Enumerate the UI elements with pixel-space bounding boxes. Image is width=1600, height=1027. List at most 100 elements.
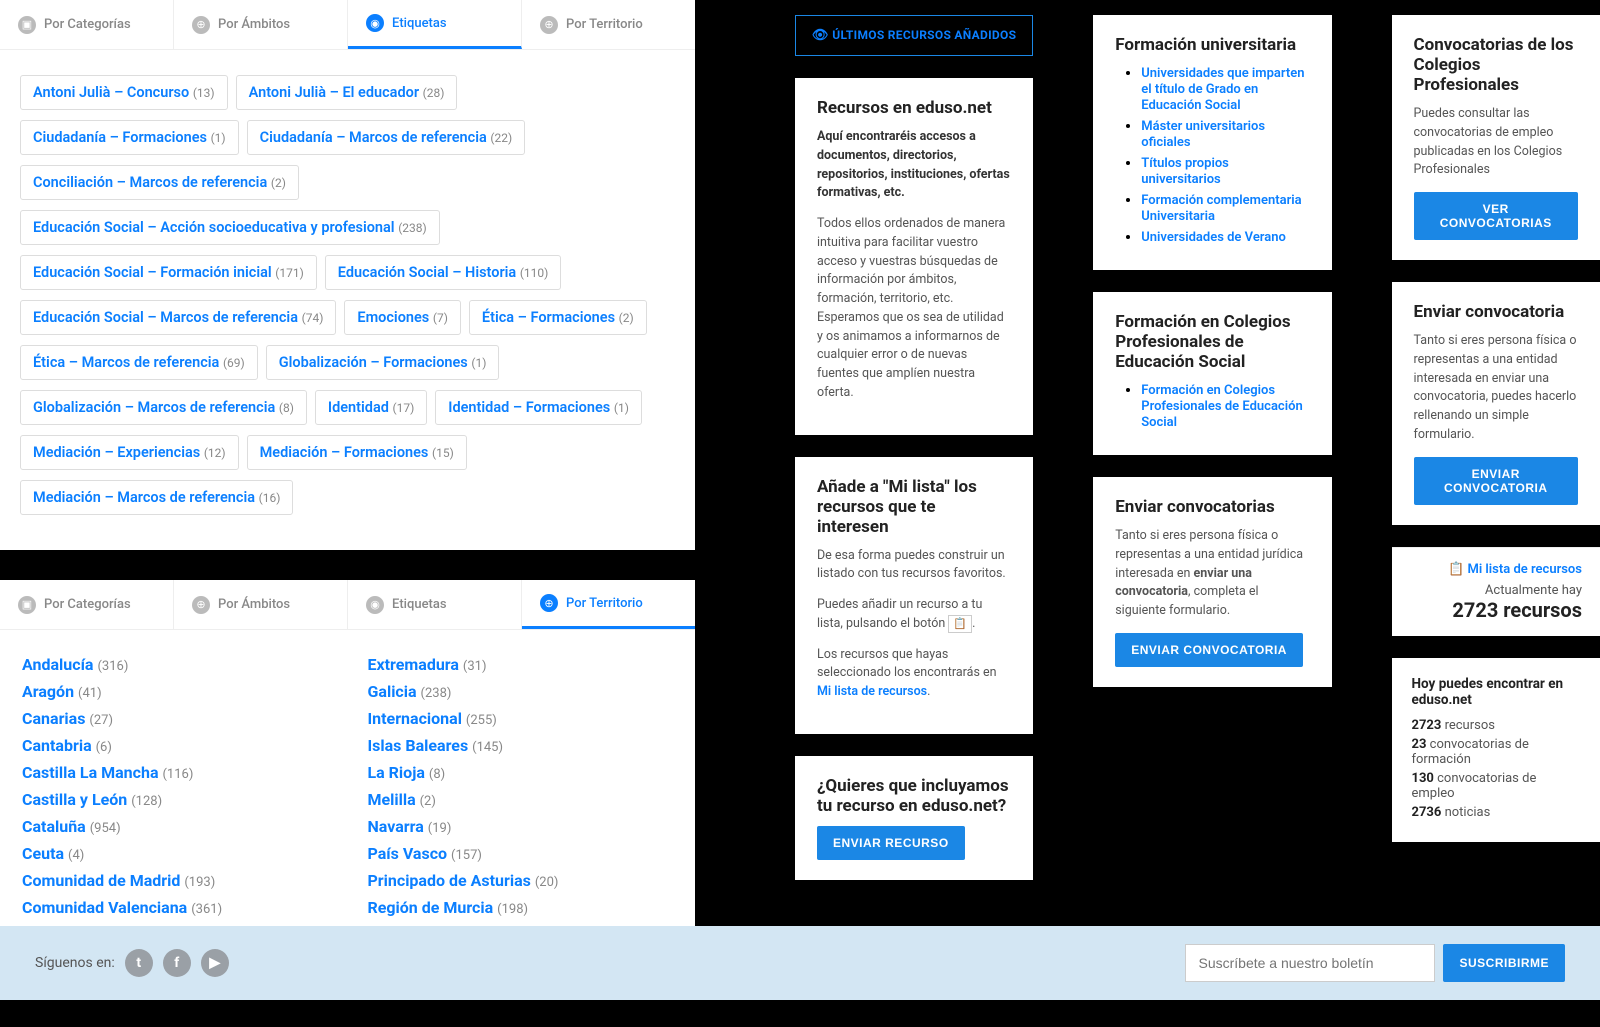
tag-item[interactable]: Antoni Julià – El educador (28) (236, 75, 458, 110)
card-text: Todos ellos ordenados de manera intuitiv… (817, 215, 1011, 403)
newsletter-input[interactable] (1185, 944, 1435, 982)
stats-box: Hoy puedes encontrar en eduso.net 2723 r… (1392, 658, 1600, 842)
territory-item[interactable]: Navarra (19) (367, 817, 672, 836)
territory-item[interactable]: Principado de Asturias (20) (367, 871, 672, 890)
tag-item[interactable]: Educación Social – Marcos de referencia … (20, 300, 336, 335)
territory-item[interactable]: Castilla y León (128) (22, 790, 327, 809)
tag-item[interactable]: Mediación – Marcos de referencia (16) (20, 480, 293, 515)
enviar-convocatoria-button[interactable]: ENVIAR CONVOCATORIA (1414, 457, 1578, 505)
territory-item[interactable]: Extremadura (31) (367, 655, 672, 674)
territory-item[interactable]: Aragón (41) (22, 682, 327, 701)
card-formacion-universitaria: Formación universitaria Universidades qu… (1093, 15, 1331, 270)
tag-icon: ◉ (366, 596, 384, 614)
tab-etiquetas[interactable]: ◉Etiquetas (348, 0, 522, 49)
folder-icon: ▣ (18, 596, 36, 614)
list-item: Universidades de Verano (1141, 229, 1309, 245)
tag-item[interactable]: Conciliación – Marcos de referencia (2) (20, 165, 299, 200)
mi-lista-link[interactable]: Mi lista de recursos (817, 684, 927, 699)
card-title: Convocatorias de los Colegios Profesiona… (1414, 35, 1578, 95)
tab-label: Etiquetas (392, 16, 447, 31)
tag-item[interactable]: Mediación – Formaciones (15) (247, 435, 467, 470)
tab-label: Por Categorías (44, 597, 131, 612)
follow-label: Síguenos en: (35, 955, 115, 971)
card-enviar-convocatoria: Enviar convocatoria Tanto si eres person… (1392, 282, 1600, 525)
card-title: Añade a "Mi lista" los recursos que te i… (817, 477, 1011, 537)
link[interactable]: Universidades que imparten el título de … (1141, 66, 1304, 113)
card-text: Tanto si eres persona física o represent… (1414, 332, 1578, 445)
territory-item[interactable]: Región de Murcia (198) (367, 898, 672, 917)
tag-item[interactable]: Antoni Julià – Concurso (13) (20, 75, 228, 110)
tab-por-ambitos[interactable]: ⊕Por Ámbitos (174, 0, 348, 49)
enviar-convocatoria-button[interactable]: ENVIAR CONVOCATORIA (1115, 633, 1303, 667)
tab-label: Por Categorías (44, 17, 131, 32)
tab-por-categorias[interactable]: ▣ Por Categorías (0, 0, 174, 49)
territory-item[interactable]: Castilla La Mancha (116) (22, 763, 327, 782)
tag-item[interactable]: Globalización – Formaciones (1) (266, 345, 500, 380)
territory-item[interactable]: Comunidad Valenciana (361) (22, 898, 327, 917)
tag-item[interactable]: Educación Social – Historia (110) (325, 255, 562, 290)
card-text: Tanto si eres persona física o represent… (1115, 527, 1309, 621)
link[interactable]: Formación complementaria Universitaria (1141, 193, 1301, 224)
tag-item[interactable]: Educación Social – Formación inicial (17… (20, 255, 317, 290)
link[interactable]: Títulos propios universitarios (1141, 156, 1229, 187)
tag-item[interactable]: Emociones (7) (344, 300, 461, 335)
tag-item[interactable]: Ciudadanía – Formaciones (1) (20, 120, 239, 155)
latest-resources-bar[interactable]: ÚLTIMOS RECURSOS AÑADIDOS (795, 15, 1033, 56)
territory-item[interactable]: Comunidad de Madrid (193) (22, 871, 327, 890)
twitter-icon[interactable]: t (125, 949, 153, 977)
card-convocatorias-colegios: Convocatorias de los Colegios Profesiona… (1392, 15, 1600, 260)
mi-lista-link[interactable]: 📋 Mi lista de recursos (1410, 562, 1582, 577)
card-text: Puedes consultar las convocatorias de em… (1414, 105, 1578, 180)
card-recursos: Recursos en eduso.net Aquí encontraréis … (795, 78, 1033, 435)
tag-item[interactable]: Ética – Marcos de referencia (69) (20, 345, 258, 380)
tags-panel: ▣Por Categorías ⊕Por Ámbitos ◉Etiquetas … (0, 0, 695, 550)
territory-item[interactable]: Melilla (2) (367, 790, 672, 809)
territory-item[interactable]: Canarias (27) (22, 709, 327, 728)
tag-item[interactable]: Mediación – Experiencias (12) (20, 435, 239, 470)
enviar-recurso-button[interactable]: ENVIAR RECURSO (817, 826, 965, 860)
tab-por-categorias[interactable]: ▣ Por Categorías (0, 580, 174, 629)
card-include-resource: ¿Quieres que incluyamos tu recurso en ed… (795, 756, 1033, 880)
facebook-icon[interactable]: f (163, 949, 191, 977)
tab-label: Etiquetas (392, 597, 447, 612)
territory-item[interactable]: País Vasco (157) (367, 844, 672, 863)
list-item: Formación complementaria Universitaria (1141, 192, 1309, 224)
territory-item[interactable]: Internacional (255) (367, 709, 672, 728)
tag-item[interactable]: Ética – Formaciones (2) (469, 300, 647, 335)
tag-item[interactable]: Globalización – Marcos de referencia (8) (20, 390, 307, 425)
tabnav-territory: ▣Por Categorías ⊕Por Ámbitos ◉Etiquetas … (0, 580, 695, 630)
territory-item[interactable]: Cataluña (954) (22, 817, 327, 836)
tag-item[interactable]: Ciudadanía – Marcos de referencia (22) (247, 120, 526, 155)
youtube-icon[interactable]: ▶ (201, 949, 229, 977)
link[interactable]: Universidades de Verano (1141, 230, 1286, 245)
tab-label: Por Territorio (566, 17, 643, 32)
add-icon: 📋 (948, 615, 972, 634)
globe-icon: ⊕ (540, 594, 558, 612)
globe-icon: ⊕ (540, 16, 558, 34)
tag-item[interactable]: Identidad (17) (315, 390, 427, 425)
territory-item[interactable]: Andalucía (316) (22, 655, 327, 674)
folder-icon: ▣ (18, 16, 36, 34)
list-item: Formación en Colegios Profesionales de E… (1141, 382, 1309, 430)
card-mi-lista: Añade a "Mi lista" los recursos que te i… (795, 457, 1033, 734)
territory-item[interactable]: Islas Baleares (145) (367, 736, 672, 755)
tab-por-ambitos[interactable]: ⊕Por Ámbitos (174, 580, 348, 629)
territory-item[interactable]: Ceuta (4) (22, 844, 327, 863)
subscribe-form: SUSCRIBIRME (1185, 944, 1565, 982)
card-title: Enviar convocatoria (1414, 302, 1578, 322)
tag-item[interactable]: Educación Social – Acción socioeducativa… (20, 210, 440, 245)
territory-item[interactable]: Galicia (238) (367, 682, 672, 701)
tab-por-territorio[interactable]: ⊕ Por Territorio (522, 0, 695, 49)
card-formacion-colegios: Formación en Colegios Profesionales de E… (1093, 292, 1331, 455)
card-text: Aquí encontraréis accesos a documentos, … (817, 128, 1011, 203)
ver-convocatorias-button[interactable]: VER CONVOCATORIAS (1414, 192, 1578, 240)
tab-etiquetas[interactable]: ◉ Etiquetas (348, 580, 522, 629)
link[interactable]: Formación en Colegios Profesionales de E… (1141, 383, 1302, 430)
stats-row: 2736 noticias (1412, 805, 1580, 820)
territory-item[interactable]: Cantabria (6) (22, 736, 327, 755)
territory-item[interactable]: La Rioja (8) (367, 763, 672, 782)
suscribirme-button[interactable]: SUSCRIBIRME (1443, 944, 1565, 982)
tab-por-territorio[interactable]: ⊕Por Territorio (522, 580, 695, 629)
link[interactable]: Máster universitarios oficiales (1141, 119, 1265, 150)
tag-item[interactable]: Identidad – Formaciones (1) (435, 390, 642, 425)
